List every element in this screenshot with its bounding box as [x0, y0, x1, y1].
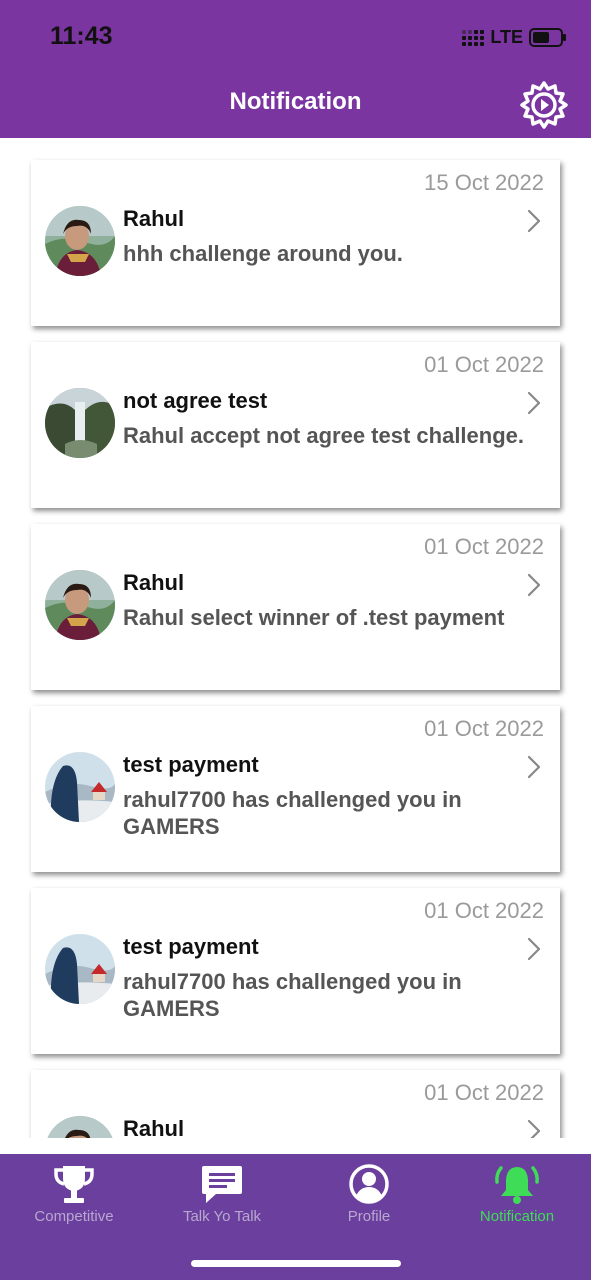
avatar [45, 752, 115, 822]
notification-title: Rahul [123, 1116, 185, 1138]
profile-icon [349, 1164, 389, 1204]
chevron-right-icon [527, 937, 541, 961]
tab-label: Talk Yo Talk [182, 1208, 262, 1225]
notification-list[interactable]: 15 Oct 2022 Rahul hhh challenge around y… [0, 138, 591, 1138]
avatar [45, 1116, 115, 1138]
tab-competitive[interactable]: Competitive [4, 1154, 144, 1244]
tab-label: Profile [347, 1208, 391, 1225]
notification-card[interactable]: 01 Oct 2022 test payment rahul7700 has c… [31, 706, 560, 872]
notification-title: test payment [123, 934, 259, 959]
trophy-icon [54, 1166, 94, 1203]
tab-notification[interactable]: Notification [447, 1154, 587, 1244]
tab-talk-yo-talk[interactable]: Talk Yo Talk [152, 1154, 292, 1244]
bell-icon [495, 1166, 539, 1204]
avatar [45, 388, 115, 458]
chevron-right-icon [527, 755, 541, 779]
battery-icon [529, 28, 566, 47]
notification-title: not agree test [123, 388, 268, 413]
gear-icon [520, 81, 568, 129]
notification-message: hhh challenge around you. [123, 241, 403, 266]
notification-title: test payment [123, 752, 259, 777]
notification-card[interactable]: 01 Oct 2022 Rahul [31, 1070, 560, 1138]
chat-icon [202, 1166, 242, 1203]
notification-date: 15 Oct 2022 [424, 170, 544, 195]
notification-card[interactable]: 01 Oct 2022 test payment rahul7700 has c… [31, 888, 560, 1054]
app-header: 11:43 LTE Notification [0, 0, 591, 138]
home-indicator [191, 1260, 401, 1267]
status-time: 11:43 [50, 22, 113, 50]
notification-title: Rahul [123, 570, 185, 595]
network-label: LTE [490, 27, 523, 47]
avatar [45, 570, 115, 640]
notification-card[interactable]: 15 Oct 2022 Rahul hhh challenge around y… [31, 160, 560, 326]
status-indicators: LTE [462, 27, 566, 48]
tab-label: Competitive [34, 1208, 114, 1225]
chevron-right-icon [527, 209, 541, 233]
page-title: Notification [229, 88, 362, 115]
notification-message: rahul7700 has challenged you in GAMERS [123, 787, 462, 839]
notification-date: 01 Oct 2022 [424, 1080, 544, 1105]
notification-message: rahul7700 has challenged you in GAMERS [123, 969, 462, 1021]
chevron-right-icon [527, 391, 541, 415]
avatar [45, 934, 115, 1004]
notification-date: 01 Oct 2022 [424, 352, 544, 377]
tab-profile[interactable]: Profile [299, 1154, 439, 1244]
notification-date: 01 Oct 2022 [424, 534, 544, 559]
notification-message: Rahul accept not agree test challenge. [123, 423, 525, 448]
chevron-right-icon [527, 573, 541, 597]
notification-card[interactable]: 01 Oct 2022 Rahul Rahul select winner of… [31, 524, 560, 690]
notification-title: Rahul [123, 206, 185, 231]
signal-icon [462, 29, 485, 46]
notification-date: 01 Oct 2022 [424, 716, 544, 741]
settings-button[interactable] [519, 80, 569, 130]
notification-message: Rahul select winner of .test payment [123, 605, 505, 630]
tab-label: Notification [479, 1208, 555, 1225]
avatar [45, 206, 115, 276]
chevron-right-icon [527, 1119, 541, 1138]
notification-card[interactable]: 01 Oct 2022 not agree test Rahul accept … [31, 342, 560, 508]
notification-date: 01 Oct 2022 [424, 898, 544, 923]
